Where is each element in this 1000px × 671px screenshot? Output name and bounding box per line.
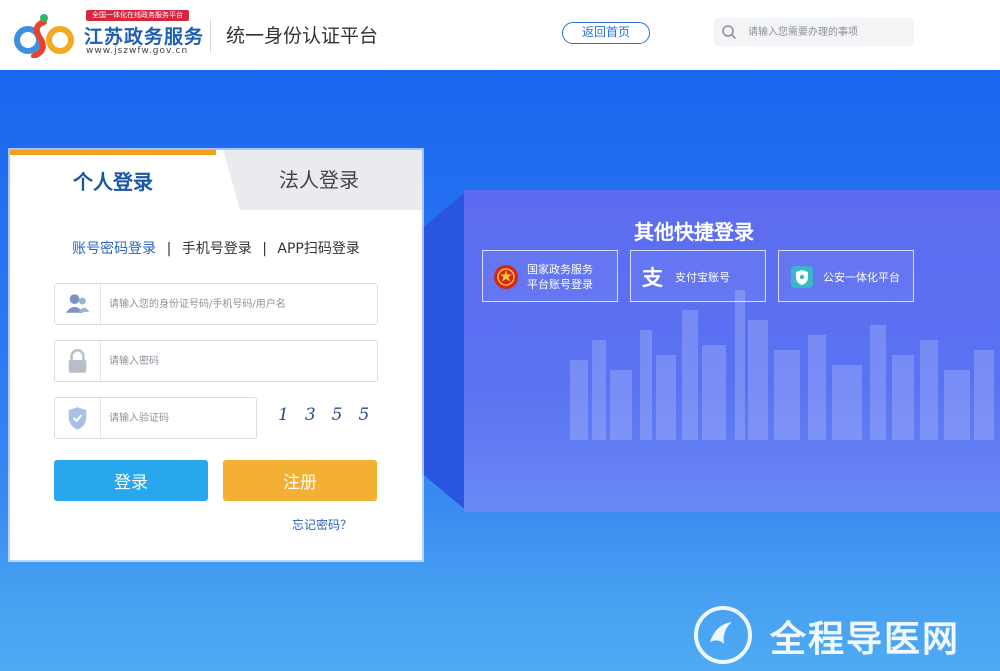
police-platform-label: 公安一体化平台 <box>823 270 900 284</box>
register-button[interactable]: 注册 <box>223 460 377 501</box>
captcha-field[interactable] <box>54 397 369 439</box>
method-phone[interactable]: 手机号登录 <box>182 241 252 257</box>
login-method-switcher: 账号密码登录 | 手机号登录 | APP扫码登录 <box>10 238 422 258</box>
login-button[interactable]: 登录 <box>54 460 208 501</box>
national-platform-label: 国家政务服务 平台账号登录 <box>527 263 593 291</box>
shield-check-icon <box>68 398 101 438</box>
alipay-icon: 支 <box>642 266 664 290</box>
platform-title: 统一身份认证平台 <box>226 25 379 47</box>
home-button[interactable]: 返回首页 <box>562 22 650 44</box>
svg-text:支: 支 <box>642 266 664 290</box>
national-emblem-icon <box>494 265 518 289</box>
tab-legal-login[interactable]: 法人登录 <box>216 150 422 210</box>
user-icon <box>65 284 101 324</box>
username-field[interactable] <box>54 283 378 325</box>
search-icon[interactable] <box>720 23 738 41</box>
alipay-login-button[interactable]: 支 支付宝账号 <box>630 250 766 302</box>
search-input[interactable] <box>748 22 908 42</box>
top-header: 全国一体化在线政务服务平台 江苏政务服务 www.jszwfw.gov.cn 统… <box>0 0 1000 70</box>
method-separator: | <box>166 241 172 257</box>
username-input[interactable] <box>109 294 369 314</box>
method-account-password[interactable]: 账号密码登录 <box>72 241 156 257</box>
watermark-text: 全程导医网 <box>770 619 961 660</box>
captcha-image[interactable]: 1355 <box>278 405 382 433</box>
header-divider <box>210 20 211 52</box>
forgot-password-link[interactable]: 忘记密码？ <box>292 516 352 533</box>
panel-side-facet <box>422 190 468 512</box>
lock-icon <box>68 341 101 381</box>
logo-url: www.jszwfw.gov.cn <box>86 46 189 56</box>
national-platform-login-button[interactable]: 国家政务服务 平台账号登录 <box>482 250 618 302</box>
search-box[interactable] <box>714 18 914 46</box>
national-platform-badge: 全国一体化在线政务服务平台 <box>86 10 189 21</box>
password-input[interactable] <box>109 351 369 371</box>
method-app-scan[interactable]: APP扫码登录 <box>277 241 359 257</box>
jiangsu-logo-icon[interactable] <box>14 10 76 58</box>
police-platform-login-button[interactable]: 公安一体化平台 <box>778 250 914 302</box>
watermark-logo-icon <box>694 606 752 664</box>
alipay-label: 支付宝账号 <box>675 270 730 284</box>
police-shield-icon <box>791 266 813 288</box>
method-separator: | <box>262 241 267 257</box>
logo-title[interactable]: 江苏政务服务 <box>84 22 204 49</box>
quick-login-title: 其他快捷登录 <box>634 220 754 244</box>
tab-personal-login[interactable]: 个人登录 <box>10 150 216 210</box>
login-card: 法人登录 个人登录 账号密码登录 | 手机号登录 | APP扫码登录 1355 … <box>10 150 422 560</box>
password-field[interactable] <box>54 340 378 382</box>
